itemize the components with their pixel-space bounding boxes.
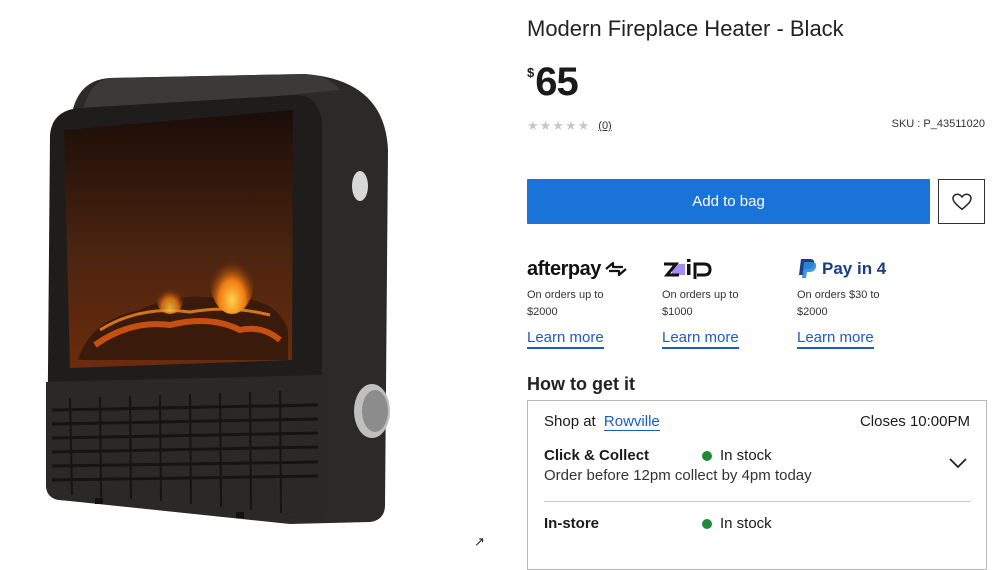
click-collect-stock-status: In stock (702, 447, 772, 464)
afterpay-description: On orders up to $2000 (527, 289, 604, 318)
zip-description: On orders up to $1000 (662, 289, 739, 318)
fireplace-heater-illustration (46, 74, 390, 524)
shop-at: Shop at Rowville (544, 413, 660, 431)
divider (544, 501, 970, 502)
product-image[interactable] (0, 0, 500, 549)
store-selector-link[interactable]: Rowville (603, 413, 660, 431)
add-to-bag-button[interactable]: Add to bag (527, 179, 930, 224)
rating: ★★★★★ (0) (527, 118, 612, 134)
currency-symbol: $ (527, 65, 535, 80)
zip-learn-more-link[interactable]: Learn more (662, 329, 739, 349)
instore-stock-status: In stock (702, 515, 772, 532)
how-to-get-it-heading: How to get it (527, 374, 635, 394)
product-title: Modern Fireplace Heater - Black (527, 16, 844, 41)
review-count-link[interactable]: (0) (598, 120, 611, 132)
delivery-options-box: Shop at Rowville Closes 10:00PM Click & … (527, 400, 987, 570)
click-collect-label: Click & Collect (544, 447, 650, 464)
paypal-description: On orders $30 to $2000 (797, 289, 880, 318)
afterpay-learn-more-link[interactable]: Learn more (527, 329, 604, 349)
paypal-logo: Pay in 4 (797, 256, 922, 282)
click-collect-note: Order before 12pm collect by 4pm today (544, 467, 812, 484)
paypal-icon (799, 259, 817, 278)
payment-paypal: Pay in 4 On orders $30 to $2000 Learn mo… (797, 256, 922, 349)
in-stock-dot-icon (702, 450, 712, 461)
afterpay-logo: afterpay (527, 256, 652, 282)
payment-afterpay: afterpay On orders up to $2000 Learn mor… (527, 256, 652, 349)
chevron-down-icon[interactable] (948, 457, 968, 469)
expand-image-icon[interactable]: ↗ (474, 534, 485, 550)
in-stock-dot-icon (702, 518, 712, 529)
afterpay-arrows-icon (605, 261, 627, 277)
instore-label: In-store (544, 515, 600, 532)
payment-zip: On orders up to $1000 Learn more (662, 256, 787, 349)
zip-logo (662, 256, 787, 282)
paypal-learn-more-link[interactable]: Learn more (797, 329, 874, 349)
wishlist-button[interactable] (938, 179, 985, 224)
price-amount: 65 (535, 60, 578, 104)
sku: SKU : P_43511020 (891, 118, 985, 130)
heart-icon (951, 192, 972, 210)
zip-logo-icon (663, 259, 712, 279)
store-closing-time: Closes 10:00PM (859, 413, 970, 430)
product-price: $ 65 (527, 60, 579, 104)
rating-stars: ★★★★★ (527, 118, 591, 133)
